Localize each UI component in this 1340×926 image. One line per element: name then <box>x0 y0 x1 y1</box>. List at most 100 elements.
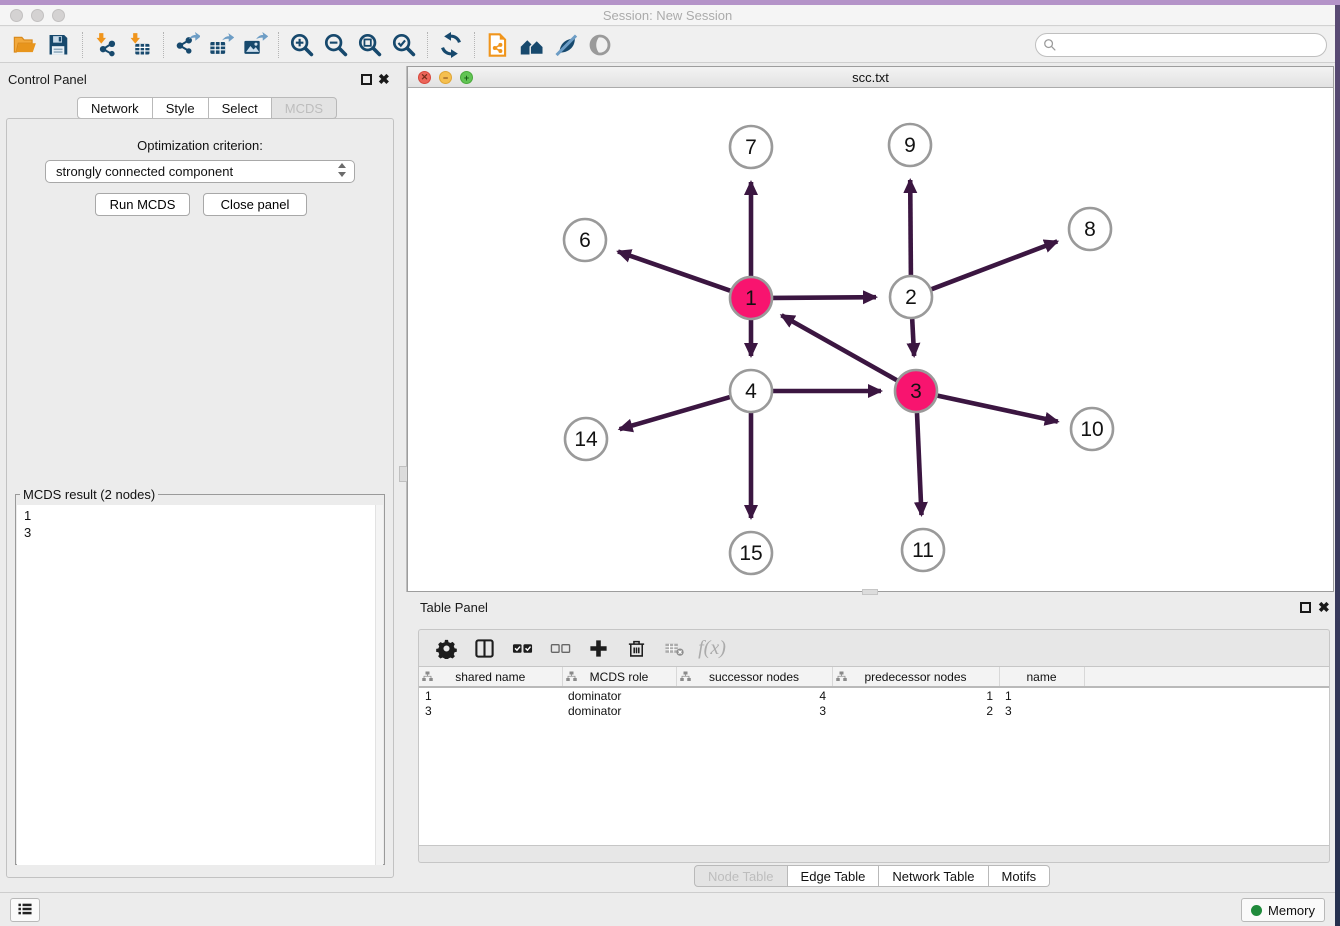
table-tab-edge-table[interactable]: Edge Table <box>788 865 880 887</box>
network-canvas[interactable]: 7 9 6 8 1 2 4 3 14 10 15 11 <box>408 88 1333 591</box>
control-panel-float-button[interactable] <box>361 74 372 85</box>
graph-node-8[interactable]: 8 <box>1069 208 1111 250</box>
column-header-name[interactable]: name <box>999 667 1084 687</box>
table-bottom-strip <box>418 846 1330 863</box>
import-table-icon[interactable] <box>123 30 157 60</box>
toolbar-separator <box>163 32 164 58</box>
control-tab-mcds[interactable]: MCDS <box>272 97 337 119</box>
memory-label: Memory <box>1268 903 1315 918</box>
table-panel-title: Table Panel <box>420 600 488 615</box>
task-history-button[interactable] <box>10 898 40 922</box>
edge-4-14[interactable] <box>620 397 730 429</box>
graph-node-9[interactable]: 9 <box>889 124 931 166</box>
zoom-selected-icon[interactable] <box>387 30 421 60</box>
zoom-fit-icon[interactable] <box>353 30 387 60</box>
column-header-successor-nodes[interactable]: successor nodes <box>676 667 832 687</box>
memory-button[interactable]: Memory <box>1241 898 1325 922</box>
result-scrollbar[interactable] <box>375 505 383 865</box>
sphere-icon[interactable] <box>583 30 617 60</box>
open-session-icon[interactable] <box>8 30 42 60</box>
search-input[interactable] <box>1035 33 1327 57</box>
delete-table-icon[interactable] <box>655 633 693 663</box>
table-panel-float-button[interactable] <box>1300 602 1311 613</box>
apply-layout-icon[interactable] <box>434 30 468 60</box>
control-panel-header: Control Panel ✖ <box>0 66 394 92</box>
edge-3-11[interactable] <box>917 413 922 515</box>
table-tab-node-table[interactable]: Node Table <box>694 865 788 887</box>
mcds-result-title: MCDS result (2 nodes) <box>20 487 158 502</box>
edge-2-3[interactable] <box>912 319 914 356</box>
delete-column-icon[interactable] <box>617 633 655 663</box>
graph-node-7[interactable]: 7 <box>730 126 772 168</box>
column-view-icon[interactable] <box>465 633 503 663</box>
splitter-handle-horizontal[interactable] <box>862 589 878 595</box>
function-builder-icon[interactable]: f(x) <box>693 633 731 663</box>
control-panel-close-button[interactable]: ✖ <box>378 72 390 86</box>
edge-3-1[interactable] <box>782 315 897 380</box>
table-row[interactable]: 3dominator323 <box>419 703 1329 719</box>
node-label: 2 <box>905 286 917 309</box>
search-icon <box>1043 38 1057 55</box>
zoom-out-icon[interactable] <box>319 30 353 60</box>
graph-node-4[interactable]: 4 <box>730 370 772 412</box>
table-tab-network-table[interactable]: Network Table <box>879 865 988 887</box>
optimization-criterion-label: Optimization criterion: <box>7 138 393 153</box>
column-header-shared-name[interactable]: shared name <box>419 667 562 687</box>
zoom-in-icon[interactable] <box>285 30 319 60</box>
control-tab-network[interactable]: Network <box>77 97 153 119</box>
network-view-window: ✕ − + scc.txt 7 9 6 8 1 2 4 3 14 10 15 11 <box>407 66 1334 592</box>
export-image-icon[interactable] <box>238 30 272 60</box>
edge-3-10[interactable] <box>938 396 1058 422</box>
column-header-predecessor-nodes[interactable]: predecessor nodes <box>832 667 999 687</box>
toolbar-separator <box>474 32 475 58</box>
edge-1-2[interactable] <box>773 297 876 298</box>
graph-node-6[interactable]: 6 <box>564 219 606 261</box>
export-network-icon[interactable] <box>170 30 204 60</box>
table-row[interactable]: 1dominator411 <box>419 687 1329 703</box>
graph-node-11[interactable]: 11 <box>902 529 944 571</box>
save-session-icon[interactable] <box>42 30 76 60</box>
export-table-icon[interactable] <box>204 30 238 60</box>
graph-node-10[interactable]: 10 <box>1071 408 1113 450</box>
graph-node-14[interactable]: 14 <box>565 418 607 460</box>
desktop-edge-right <box>1335 5 1340 926</box>
mcds-result-list[interactable]: 1 3 <box>17 505 383 865</box>
select-all-icon[interactable] <box>503 633 541 663</box>
table-panel-close-button[interactable]: ✖ <box>1318 600 1330 614</box>
edge-1-6[interactable] <box>618 252 730 291</box>
node-label: 14 <box>574 428 598 451</box>
houses-icon[interactable] <box>515 30 549 60</box>
control-tab-select[interactable]: Select <box>209 97 272 119</box>
control-tab-style[interactable]: Style <box>153 97 209 119</box>
run-mcds-button[interactable]: Run MCDS <box>95 193 190 216</box>
import-network-icon[interactable] <box>89 30 123 60</box>
status-bar: Memory <box>0 892 1335 926</box>
add-column-icon[interactable] <box>579 633 617 663</box>
control-panel-tabs: NetworkStyleSelectMCDS <box>77 97 337 119</box>
graph-node-2[interactable]: 2 <box>890 276 932 318</box>
node-table: shared nameMCDS rolesuccessor nodesprede… <box>418 666 1330 846</box>
show-hide-icon[interactable] <box>549 30 583 60</box>
app-titlebar: Session: New Session <box>0 5 1335 26</box>
network-window-titlebar[interactable]: ✕ − + scc.txt <box>408 67 1333 88</box>
graph-node-15[interactable]: 15 <box>730 532 772 574</box>
column-header-MCDS-role[interactable]: MCDS role <box>562 667 676 687</box>
graph-node-1[interactable]: 1 <box>730 277 772 319</box>
fx-icon: f(x) <box>698 637 726 660</box>
table-tab-motifs[interactable]: Motifs <box>989 865 1051 887</box>
toolbar-separator <box>427 32 428 58</box>
list-icon <box>16 900 34 921</box>
edge-2-9[interactable] <box>910 180 911 275</box>
deselect-all-icon[interactable] <box>541 633 579 663</box>
graph-node-3[interactable]: 3 <box>895 370 937 412</box>
toolbar-separator <box>82 32 83 58</box>
network-document-icon[interactable] <box>481 30 515 60</box>
window-title: Session: New Session <box>0 8 1335 23</box>
panel-splitter-vertical[interactable] <box>400 66 407 592</box>
node-label: 7 <box>745 136 757 159</box>
optimization-criterion-select[interactable]: strongly connected component <box>45 160 355 183</box>
table-settings-icon[interactable] <box>427 633 465 663</box>
close-panel-button[interactable]: Close panel <box>203 193 307 216</box>
edge-2-8[interactable] <box>932 241 1058 289</box>
table-toolbar: f(x) <box>418 629 1330 666</box>
